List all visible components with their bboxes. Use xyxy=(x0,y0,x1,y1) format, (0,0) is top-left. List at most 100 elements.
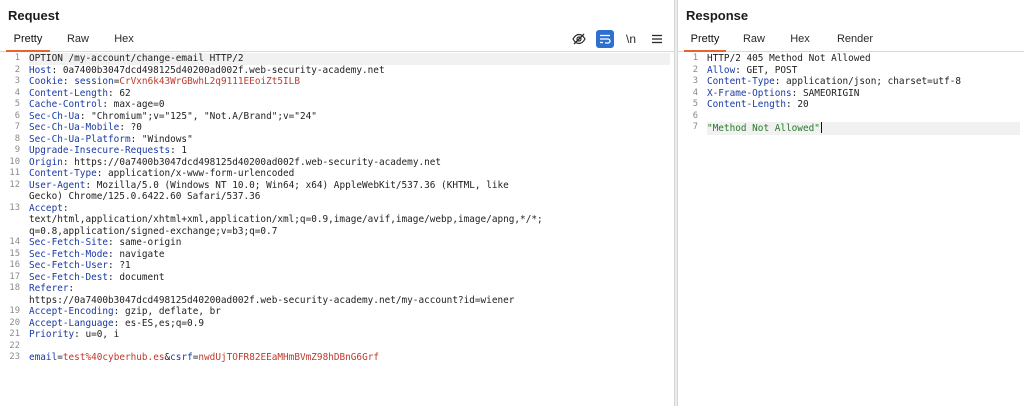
header-value: application/json; charset=utf-8 xyxy=(780,76,962,87)
code-line: Cache-Control: max-age=0 xyxy=(29,99,670,111)
header-name: Accept xyxy=(29,202,63,214)
header-value: u=0, i xyxy=(79,329,120,340)
line-number: 11 xyxy=(9,168,20,178)
header-name: Sec-Ch-Ua-Platform xyxy=(29,133,131,145)
header-value: application/x-www-form-urlencoded xyxy=(102,168,295,179)
code-line: User-Agent: Mozilla/5.0 (Windows NT 10.0… xyxy=(29,180,670,192)
code-line: Sec-Ch-Ua: "Chromium";v="125", "Not.A/Br… xyxy=(29,111,670,123)
request-tab-raw[interactable]: Raw xyxy=(60,31,96,50)
code-line: OPTION /my-account/change-email HTTP/2 xyxy=(29,53,670,65)
response-tab-pretty[interactable]: Pretty xyxy=(684,31,726,52)
line-number: 7 xyxy=(692,122,698,132)
code-line: Sec-Fetch-Dest: document xyxy=(29,272,670,284)
line-number: 17 xyxy=(9,271,20,282)
line-number: 12 xyxy=(9,179,20,190)
header-value: Mozilla/5.0 (Windows NT 10.0; Win64; x64… xyxy=(91,179,509,191)
code-line: Sec-Fetch-Site: same-origin xyxy=(29,237,670,249)
request-editor[interactable]: 1 OPTION /my-account/change-email HTTP/2 2… xyxy=(0,53,674,406)
header-name: Content-Length xyxy=(29,87,109,99)
param-value: test%40cyberhub.es xyxy=(62,352,165,363)
line-text: q=0.8,application/signed-exchange;v=b3;q… xyxy=(29,225,278,237)
line-number: 16 xyxy=(9,260,20,270)
line-number: 20 xyxy=(9,317,20,328)
code-line: Sec-Ch-Ua-Mobile: ?0 xyxy=(29,122,670,134)
request-toolbar: \n xyxy=(570,29,666,49)
code-line: text/html,application/xhtml+xml,applicat… xyxy=(29,214,670,226)
line-number: 4 xyxy=(692,87,698,98)
header-value: 62 xyxy=(113,87,131,99)
header-name: X-Frame-Options xyxy=(707,87,792,99)
header-name: Host xyxy=(29,64,52,76)
header-value: 1 xyxy=(175,145,188,156)
cookie-name: session xyxy=(74,76,114,87)
line-number: 5 xyxy=(14,99,20,109)
line-text: Gecko) Chrome/125.0.6422.60 Safari/537.3… xyxy=(29,191,261,202)
line-number: 3 xyxy=(14,76,20,86)
wrap-icon[interactable] xyxy=(596,30,614,48)
code-line: Sec-Ch-Ua-Platform: "Windows" xyxy=(29,134,670,146)
menu-icon[interactable] xyxy=(648,30,666,48)
response-tabs: Pretty Raw Hex Render xyxy=(678,31,1024,52)
line-number: 7 xyxy=(14,122,20,132)
response-tab-raw[interactable]: Raw xyxy=(736,31,772,50)
line-number: 15 xyxy=(9,248,20,259)
line-number: 9 xyxy=(14,145,20,155)
code-line: HTTP/2 405 Method Not Allowed xyxy=(707,53,1020,65)
code-line: Accept-Encoding: gzip, deflate, br xyxy=(29,306,670,318)
line-number: 21 xyxy=(9,329,20,339)
param-value: nwdUjTOFR82EEaMHmBVmZ98hDBnG6Grf xyxy=(198,352,380,363)
code-line: X-Frame-Options: SAMEORIGIN xyxy=(707,88,1020,100)
cookie-value: CrVxn6k43WrGBwhL2q9111EEoiZt5ILB xyxy=(119,76,300,87)
code-line: https://0a7400b3047dcd498125d40200ad002f… xyxy=(29,295,670,307)
line-number: 3 xyxy=(692,76,698,86)
request-tab-pretty[interactable]: Pretty xyxy=(6,31,50,52)
line-number: 1 xyxy=(14,53,20,63)
header-name: Sec-Fetch-User xyxy=(29,260,109,271)
header-name: Upgrade-Insecure-Requests xyxy=(29,145,171,156)
line-number: 5 xyxy=(692,99,698,109)
code-line: Content-Type: application/x-www-form-url… xyxy=(29,168,670,180)
request-pane: Request Pretty Raw Hex \n 1 OPTION /my-ac… xyxy=(0,0,674,406)
request-tab-hex[interactable]: Hex xyxy=(106,31,142,50)
header-name: Accept-Encoding xyxy=(29,306,114,317)
response-editor[interactable]: 1 HTTP/2 405 Method Not Allowed 2 Allow: GE… xyxy=(678,53,1024,406)
header-value: document xyxy=(113,271,165,283)
line-number: 1 xyxy=(692,53,698,63)
header-name: User-Agent xyxy=(29,179,86,191)
code-line: "Method Not Allowed" xyxy=(707,122,1020,135)
line-text: https://0a7400b3047dcd498125d40200ad002f… xyxy=(29,294,515,306)
response-title: Response xyxy=(686,8,749,23)
http-message-editor: Request Pretty Raw Hex \n 1 OPTION /my-ac… xyxy=(0,0,1024,406)
header-colon: : xyxy=(68,283,75,294)
header-name: Content-Length xyxy=(707,99,787,110)
header-value: es-ES,es;q=0.9 xyxy=(119,317,204,329)
line-number: 2 xyxy=(692,64,698,75)
text-caret xyxy=(820,122,822,133)
header-name: Priority xyxy=(29,329,75,340)
line-number: 13 xyxy=(9,202,20,213)
request-title: Request xyxy=(8,8,60,23)
header-value: "Windows" xyxy=(136,133,193,145)
response-tab-render[interactable]: Render xyxy=(828,31,882,50)
line-number: 6 xyxy=(692,110,698,121)
json-string: "Method Not Allowed" xyxy=(707,123,820,134)
header-value: 20 xyxy=(791,99,809,110)
line-number: 2 xyxy=(14,64,20,75)
code-line: Sec-Fetch-User: ?1 xyxy=(29,260,670,272)
line-number: 19 xyxy=(9,306,20,316)
header-name: Content-Type xyxy=(707,76,775,87)
header-value: "Chromium";v="125", "Not.A/Brand";v="24" xyxy=(85,110,317,122)
code-line: Content-Type: application/json; charset=… xyxy=(707,76,1020,88)
code-line: Origin: https://0a7400b3047dcd498125d402… xyxy=(29,157,670,169)
newline-icon[interactable]: \n xyxy=(622,30,640,48)
header-name: Accept-Language xyxy=(29,317,114,329)
header-value: GET, POST xyxy=(740,64,798,76)
header-name: Referer xyxy=(29,283,69,294)
header-name: Allow xyxy=(707,64,736,76)
header-name: Sec-Ch-Ua-Mobile xyxy=(29,122,120,133)
response-tab-hex[interactable]: Hex xyxy=(782,31,818,50)
header-name: Sec-Fetch-Site xyxy=(29,237,109,248)
header-name: Content-Type xyxy=(29,168,97,179)
eye-slash-icon[interactable] xyxy=(570,30,588,48)
code-line: Allow: GET, POST xyxy=(707,65,1020,77)
